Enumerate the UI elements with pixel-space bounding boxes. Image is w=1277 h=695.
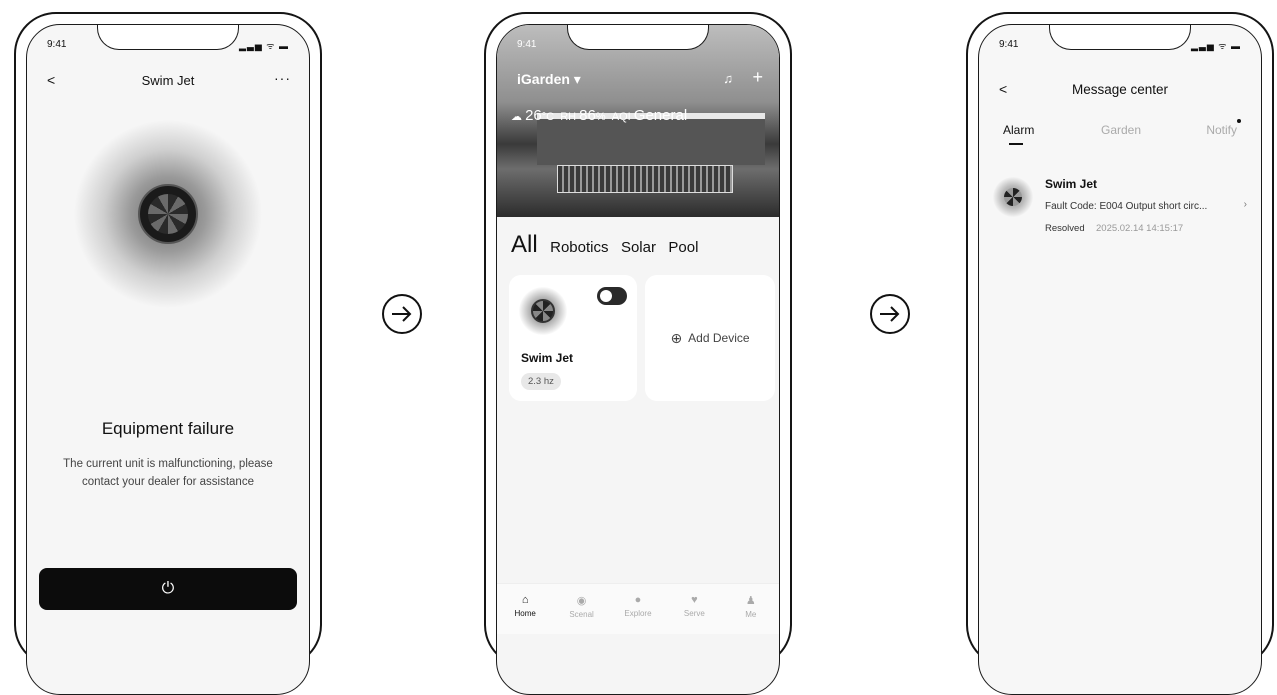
message-tabs: Alarm Garden Notify (1003, 119, 1241, 147)
tab-label: Home (514, 609, 536, 618)
screen: 9:41 ▂▃▅ ᯤ ▬ < Message center Alarm Gard… (978, 24, 1262, 695)
device-name: Swim Jet (521, 351, 574, 365)
hero-image: iGarden ▾ ♫ + ☁ 26°C RH 86% AQI General (497, 25, 779, 217)
page-title: Message center (1071, 82, 1169, 97)
message-description: Fault Code: E004 Output short circ... (1045, 201, 1208, 212)
heart-icon: ♥ (691, 594, 698, 606)
screen: 9:41 iGarden ▾ ♫ + ☁ 26°C RH 86% AQI Gen… (496, 24, 780, 695)
status-icons: ▂▃▅ ᯤ ▬ (239, 41, 289, 51)
fan-icon (519, 287, 567, 335)
tab-label: Explore (624, 609, 652, 618)
tab-garden[interactable]: Garden (1101, 123, 1141, 137)
message-status: Resolved (1045, 223, 1085, 234)
tab-notify[interactable]: Notify (1206, 119, 1241, 137)
more-icon[interactable]: ··· (274, 70, 291, 86)
tab-label: Scenal (569, 610, 594, 619)
phone-equipment-failure: 9:41 ▂▃▅ ᯤ ▬ < Swim Jet ··· Equipment fa… (14, 12, 322, 695)
weather-aqi: General (633, 107, 688, 124)
tab-me[interactable]: ♟ Me (726, 584, 776, 634)
pool-graphic (557, 165, 733, 193)
weather-aqi-label: AQI (611, 111, 631, 123)
plus-icon[interactable]: + (752, 67, 763, 88)
tab-notify-label: Notify (1206, 123, 1237, 137)
nav-bar: < Swim Jet ··· (27, 70, 309, 92)
tab-label: Serve (683, 609, 705, 618)
device-card[interactable]: Swim Jet 2.3 hz (509, 275, 637, 401)
weather-rh-unit: % (595, 111, 606, 123)
cloud-icon: ☁ (511, 111, 522, 123)
failure-title: Equipment failure (101, 419, 235, 438)
category-robotics[interactable]: Robotics (550, 239, 608, 256)
power-icon: ⏻ (161, 580, 175, 597)
status-bar: 9:41 (517, 39, 759, 53)
message-title: Swim Jet (1045, 177, 1098, 191)
tab-label: Me (745, 610, 757, 619)
add-device-label: Add Device (688, 331, 750, 345)
user-icon: ♟ (745, 595, 756, 607)
status-time: 9:41 (517, 39, 537, 50)
home-icon: ⌂ (521, 594, 529, 606)
category-tabs: All Robotics Solar Pool (511, 231, 706, 259)
status-icons: ▂▃▅ ᯤ ▬ (1191, 41, 1241, 51)
tab-explore[interactable]: ● Explore (613, 584, 663, 634)
chevron-right-icon: › (1243, 199, 1247, 210)
weather-temp: 26 (525, 107, 542, 124)
tab-scenal[interactable]: ◉ Scenal (557, 584, 607, 634)
fan-icon (993, 177, 1033, 217)
device-toggle[interactable] (597, 287, 627, 305)
tab-serve[interactable]: ♥ Serve (669, 584, 719, 634)
bottom-tab-bar: ⌂ Home ◉ Scenal ● Explore ♥ Serve ♟ Me (497, 583, 779, 634)
page-title: Swim Jet (141, 73, 195, 88)
tab-alarm[interactable]: Alarm (1003, 123, 1034, 145)
bell-icon[interactable]: ♫ (723, 71, 733, 86)
device-value-badge: 2.3 hz (521, 373, 561, 390)
explore-icon: ● (634, 594, 642, 606)
list-item[interactable]: Swim Jet Fault Code: E004 Output short c… (993, 177, 1247, 247)
status-time: 9:41 (999, 39, 1019, 50)
nav-bar: < Message center (979, 81, 1261, 101)
arrow-right-icon (870, 294, 910, 334)
fan-icon (138, 184, 198, 244)
status-bar: 9:41 ▂▃▅ ᯤ ▬ (999, 39, 1241, 53)
scenal-icon: ◉ (576, 595, 587, 607)
weather-bar: ☁ 26°C RH 86% AQI General (511, 107, 769, 124)
failure-description: The current unit is malfunctioning, plea… (63, 458, 273, 488)
category-all[interactable]: All (511, 231, 538, 259)
category-solar[interactable]: Solar (621, 239, 656, 256)
arrow-right-icon (382, 294, 422, 334)
message-date: 2025.02.14 14:15:17 (1096, 223, 1184, 234)
weather-rh: 86 (579, 107, 596, 124)
notify-dot (1237, 119, 1241, 123)
status-time: 9:41 (47, 39, 67, 50)
weather-temp-unit: °C (541, 111, 555, 123)
status-bar: 9:41 ▂▃▅ ᯤ ▬ (47, 39, 289, 53)
add-circle-icon: ⊕ (670, 329, 683, 346)
weather-rh-label: RH (560, 111, 577, 123)
phone-message-center: 9:41 ▂▃▅ ᯤ ▬ < Message center Alarm Gard… (966, 12, 1274, 695)
phone-home: 9:41 iGarden ▾ ♫ + ☁ 26°C RH 86% AQI Gen… (484, 12, 792, 695)
brand-selector[interactable]: iGarden ▾ (517, 71, 581, 88)
add-device-card[interactable]: ⊕ Add Device (645, 275, 775, 401)
tab-home[interactable]: ⌂ Home (500, 584, 550, 634)
power-button[interactable]: ⏻ (39, 568, 297, 610)
category-pool[interactable]: Pool (668, 239, 698, 256)
screen: 9:41 ▂▃▅ ᯤ ▬ < Swim Jet ··· Equipment fa… (26, 24, 310, 695)
